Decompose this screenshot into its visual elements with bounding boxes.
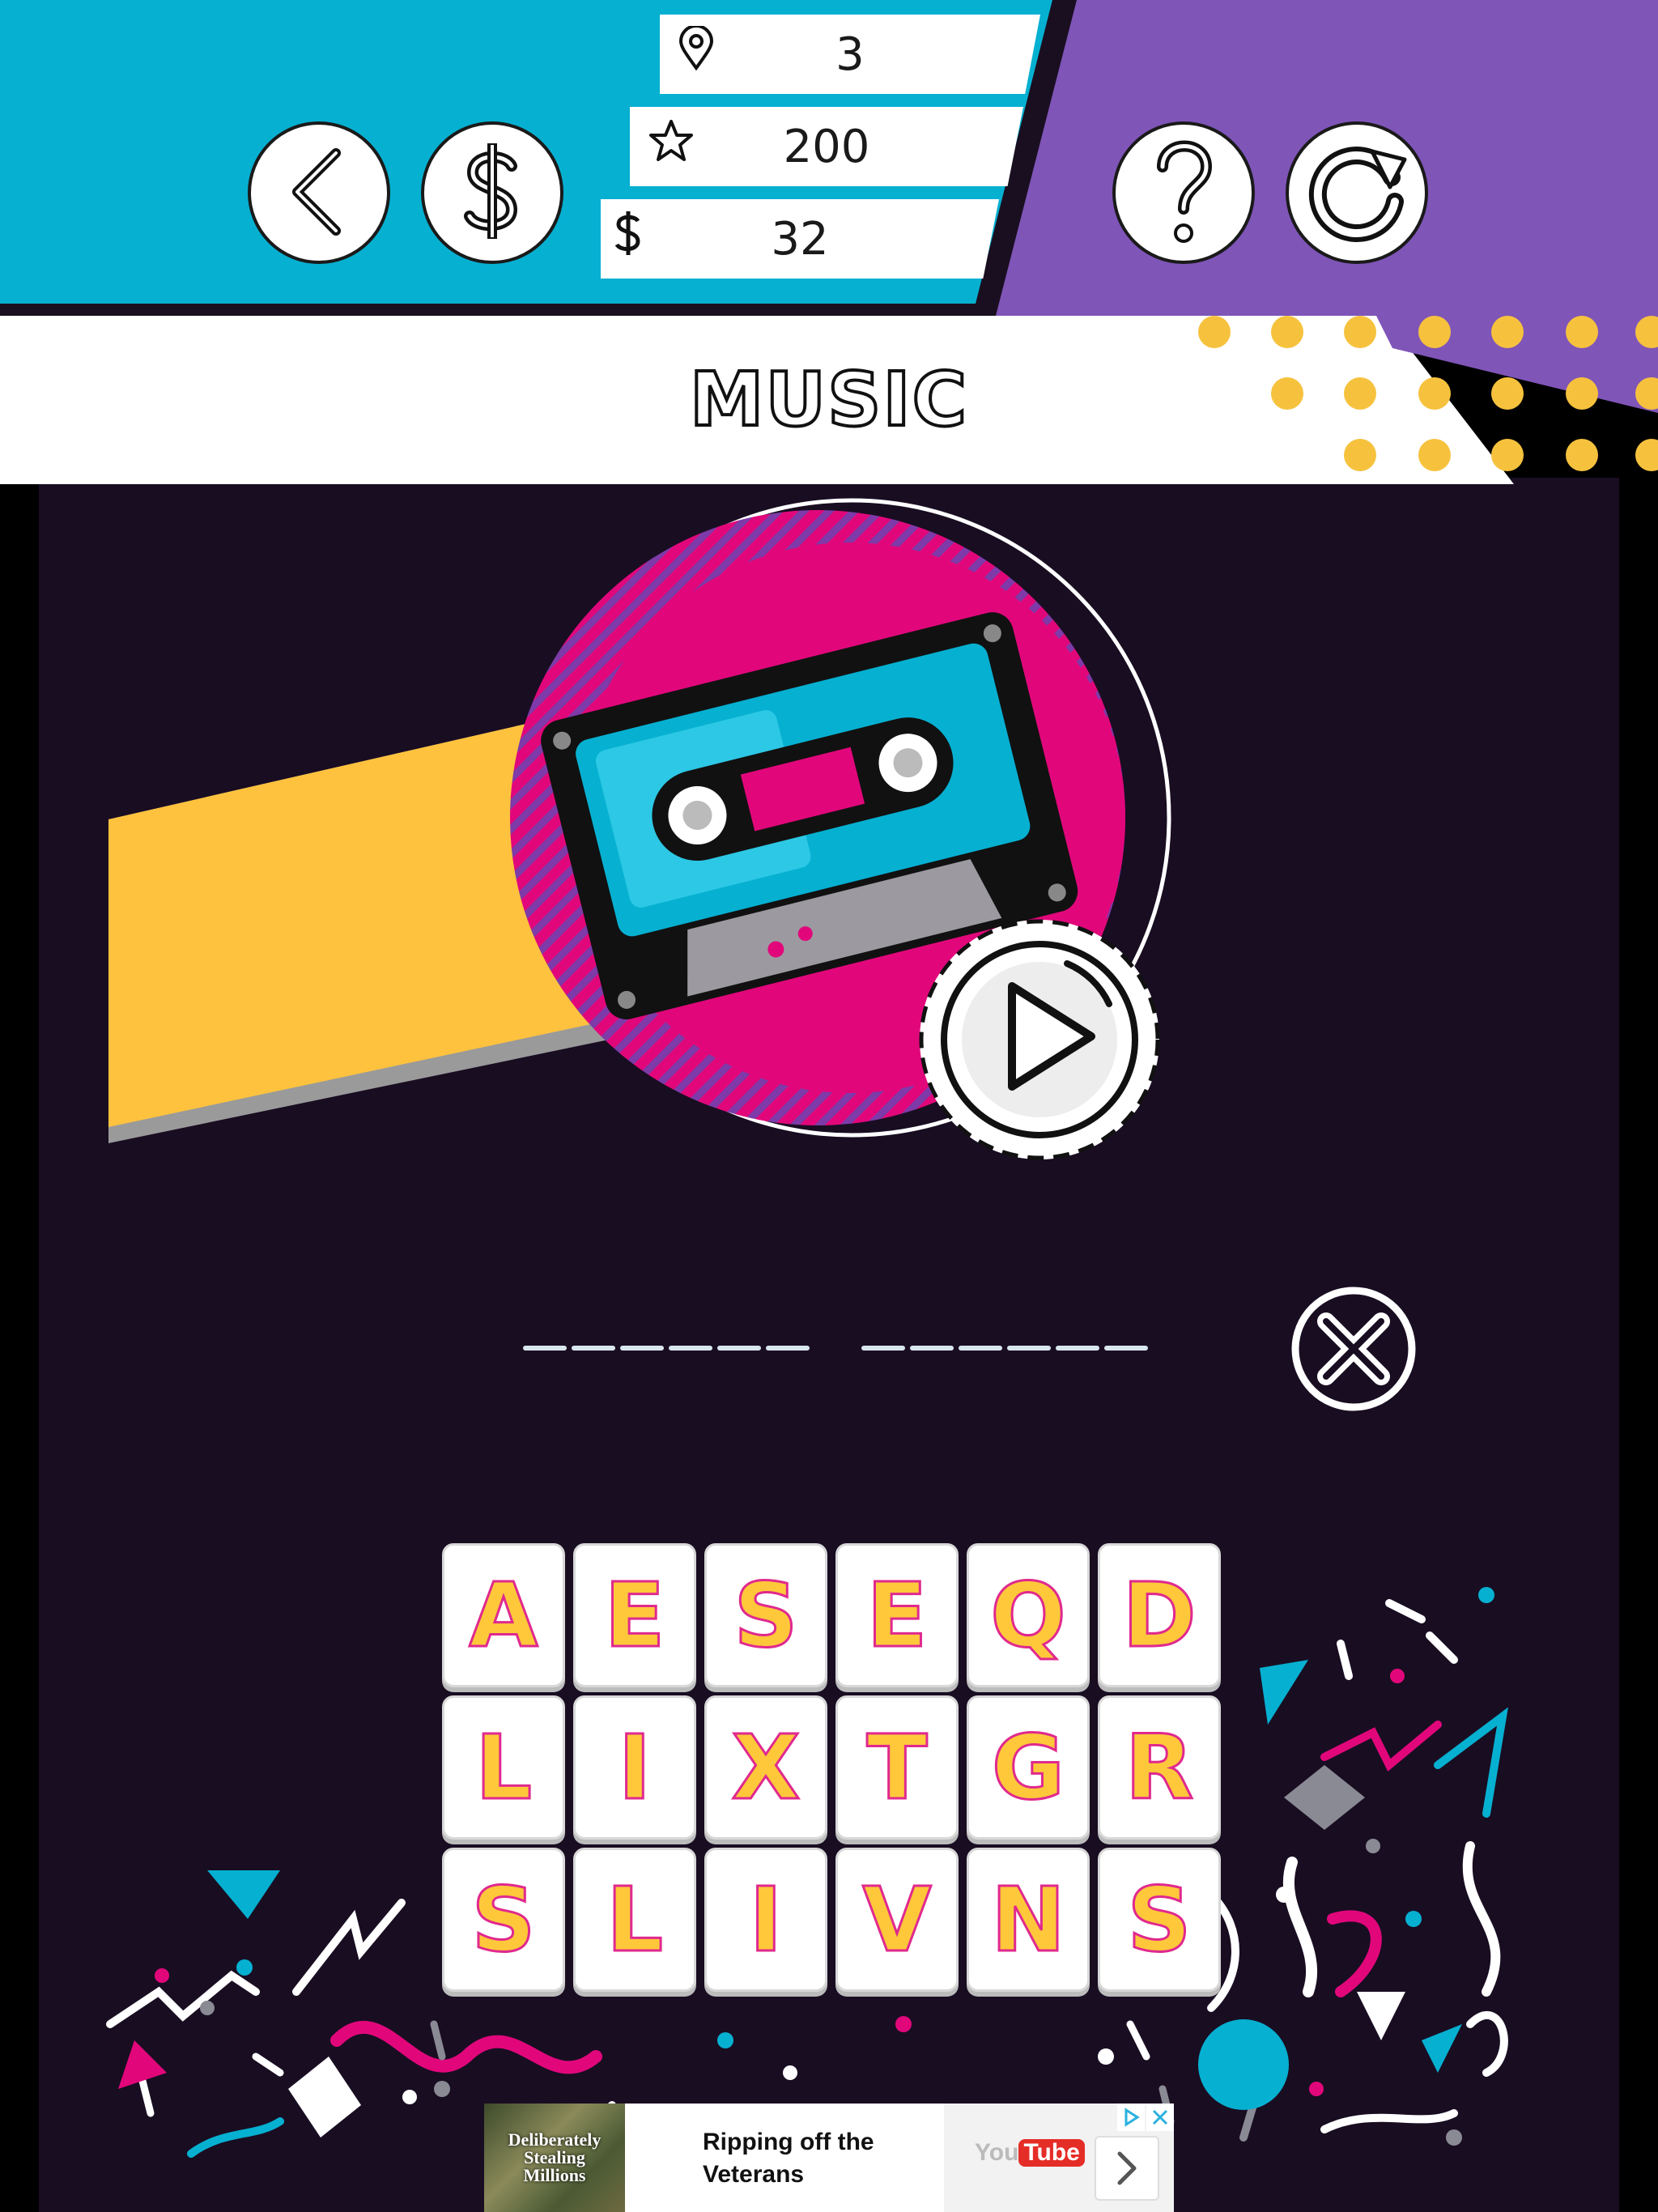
help-button[interactable] (1107, 121, 1255, 266)
chevron-right-icon (1117, 2151, 1137, 2185)
letter-tile[interactable]: E (573, 1543, 696, 1687)
answer-word-2 (861, 1346, 1151, 1352)
youtube-logo-text: You (975, 2139, 1019, 2166)
ad-image[interactable]: Deliberately Stealing Millions (484, 2104, 625, 2212)
letter-tile[interactable]: D (1098, 1543, 1221, 1687)
answer-slot[interactable] (1056, 1346, 1099, 1351)
answer-slot[interactable] (717, 1346, 761, 1351)
answer-slot[interactable] (1104, 1346, 1148, 1351)
letter-tile[interactable]: R (1098, 1695, 1221, 1840)
dollar-icon (460, 138, 525, 247)
level-counter: 3 (660, 15, 1040, 94)
ad-close-icon[interactable] (1146, 2104, 1174, 2131)
answer-slot[interactable] (620, 1346, 664, 1351)
play-button[interactable] (915, 915, 1164, 1164)
youtube-logo-badge: Tube (1018, 2139, 1085, 2167)
answer-slot[interactable] (910, 1346, 954, 1351)
letter-tile[interactable]: N (967, 1848, 1090, 1992)
play-icon (919, 919, 1160, 1160)
letter-tile[interactable]: I (704, 1848, 827, 1992)
back-button[interactable] (243, 121, 390, 266)
youtube-logo: You Tube (975, 2139, 1085, 2167)
answer-slot[interactable] (572, 1346, 615, 1351)
answer-slot[interactable] (669, 1346, 712, 1351)
answer-slot[interactable] (766, 1346, 810, 1351)
letter-tile[interactable]: X (704, 1695, 827, 1840)
answer-word-1 (523, 1346, 813, 1352)
level-value: 3 (835, 28, 865, 81)
answer-slot[interactable] (1007, 1346, 1051, 1351)
letter-tile[interactable]: V (835, 1848, 959, 1992)
answer-slot[interactable] (959, 1346, 1002, 1351)
letter-tile[interactable]: L (573, 1848, 696, 1992)
letter-tile[interactable]: T (835, 1695, 959, 1840)
coins-counter: 32 (601, 199, 999, 279)
close-icon (1291, 1287, 1416, 1411)
letter-tile[interactable]: Q (967, 1543, 1090, 1687)
shop-button[interactable] (416, 121, 563, 266)
letter-tile[interactable]: A (442, 1543, 565, 1687)
letter-tile[interactable]: L (442, 1695, 565, 1840)
ad-banner[interactable]: Deliberately Stealing Millions Ripping o… (484, 2104, 1174, 2212)
answer-slot[interactable] (861, 1346, 905, 1351)
coins-value: 32 (771, 212, 829, 266)
clear-answer-button[interactable] (1290, 1286, 1417, 1412)
answer-slot[interactable] (523, 1346, 567, 1351)
restart-button[interactable] (1281, 121, 1428, 266)
ad-headline[interactable]: Ripping off the Veterans (703, 2126, 913, 2191)
category-title: MUSIC (688, 355, 969, 445)
cassette-illustration (108, 498, 1171, 1143)
letter-tile[interactable]: S (1098, 1848, 1221, 1992)
ad-logo-area: You Tube (944, 2104, 1174, 2212)
letter-tile[interactable]: E (835, 1543, 959, 1687)
question-icon (1151, 134, 1216, 251)
letter-tile[interactable]: G (967, 1695, 1090, 1840)
letter-grid: A E S E Q D L I X T G R S L I V N S (442, 1543, 1221, 1997)
chevron-left-icon (283, 147, 355, 239)
score-counter: 200 (630, 107, 1023, 186)
letter-tile[interactable]: S (442, 1848, 565, 1992)
letter-tile[interactable]: I (573, 1695, 696, 1840)
game-screen: 3 200 32 MUSIC A E S E Q D L I X T G R S… (0, 0, 1658, 2212)
ad-image-text: Deliberately Stealing Millions (508, 2129, 602, 2185)
restart-icon (1304, 138, 1409, 247)
ad-choices-icon[interactable] (1117, 2104, 1145, 2131)
letter-tile[interactable]: S (704, 1543, 827, 1687)
ad-next-button[interactable] (1095, 2136, 1159, 2201)
score-value: 200 (783, 120, 870, 173)
